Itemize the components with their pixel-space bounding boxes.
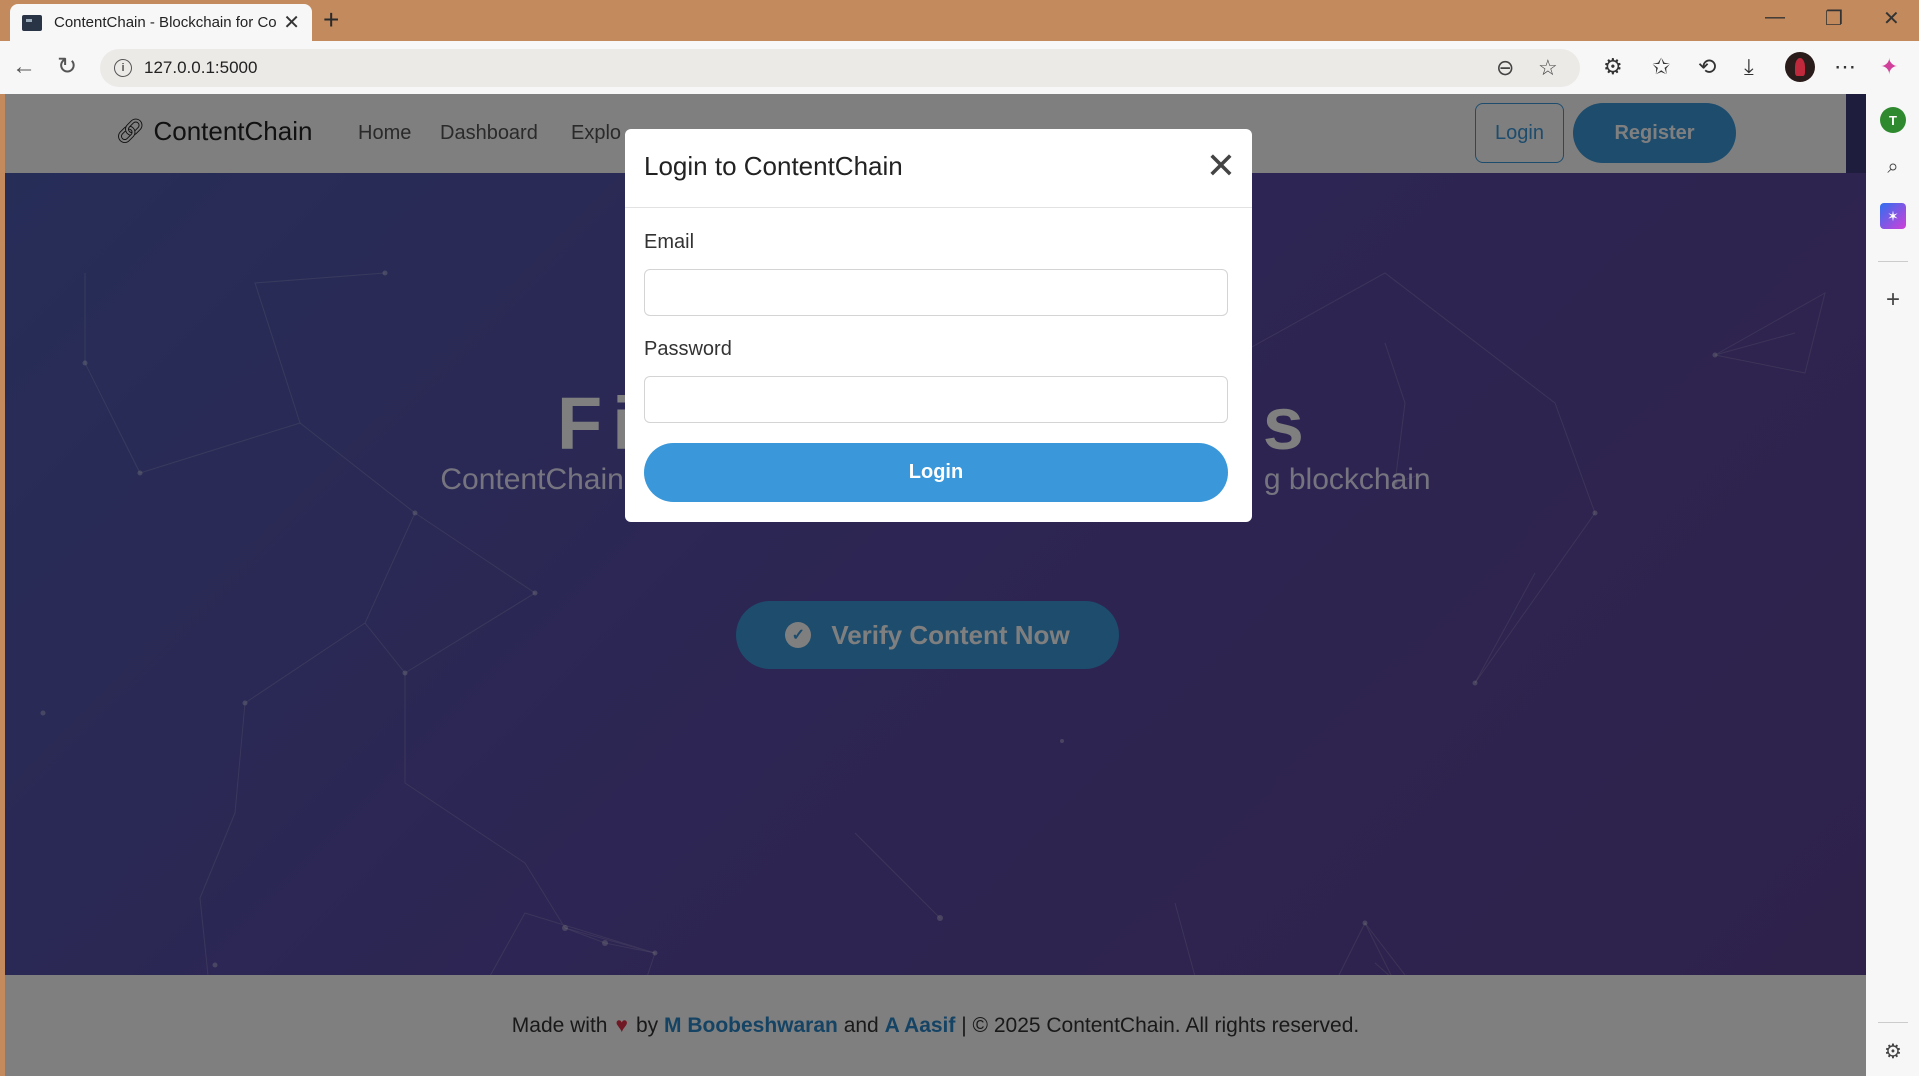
- profile-avatar[interactable]: [1785, 52, 1815, 82]
- sidebar-profile-avatar[interactable]: T: [1880, 107, 1906, 133]
- site-info-icon[interactable]: i: [114, 59, 132, 77]
- search-icon[interactable]: ⌕: [1880, 154, 1906, 180]
- close-window-icon[interactable]: ✕: [1883, 6, 1900, 31]
- reader-mode-icon[interactable]: ⊖: [1496, 55, 1514, 81]
- browser-toolbar: ← ↻ i 127.0.0.1:5000 ⊖ ☆: [0, 41, 1919, 94]
- close-icon[interactable]: ✕: [1206, 146, 1236, 186]
- sidebar-divider: [1878, 261, 1908, 262]
- browser-tab[interactable]: ContentChain - Blockchain for Co ✕: [10, 4, 312, 41]
- modal-login-button[interactable]: Login: [644, 443, 1228, 502]
- url-text: 127.0.0.1:5000: [144, 58, 258, 77]
- downloads-icon[interactable]: ⤓: [1744, 54, 1754, 80]
- web-page: Fis ContentChaing blockchain ✓ Verify Co…: [5, 94, 1866, 1076]
- password-label: Password: [644, 338, 732, 360]
- modal-header: Login to ContentChain ✕: [625, 129, 1252, 208]
- restore-icon[interactable]: ❐: [1825, 6, 1843, 31]
- favorite-star-icon[interactable]: ☆: [1538, 55, 1558, 81]
- reload-icon[interactable]: ↻: [57, 53, 77, 81]
- designer-icon[interactable]: ✶: [1880, 203, 1906, 229]
- sidebar-divider-bottom: [1878, 1022, 1908, 1023]
- more-menu-icon[interactable]: ⋯: [1834, 54, 1856, 80]
- tab-favicon-icon: [22, 14, 42, 31]
- add-sidebar-icon[interactable]: +: [1880, 286, 1906, 313]
- browser-sidebar: T ⌕ ✶ + ⚙: [1866, 94, 1919, 1076]
- tab-close-icon[interactable]: ✕: [283, 13, 300, 33]
- tab-title: ContentChain - Blockchain for Co: [54, 14, 277, 31]
- email-field[interactable]: [644, 269, 1228, 316]
- history-icon[interactable]: ⟲: [1698, 54, 1716, 80]
- minimize-icon[interactable]: —: [1765, 6, 1785, 29]
- login-modal: Login to ContentChain ✕ Email Password L…: [625, 129, 1252, 522]
- browser-titlebar: ContentChain - Blockchain for Co ✕ + — ❐…: [0, 0, 1919, 41]
- password-field[interactable]: [644, 376, 1228, 423]
- address-bar[interactable]: i 127.0.0.1:5000 ⊖ ☆: [100, 49, 1580, 87]
- new-tab-icon[interactable]: +: [323, 6, 339, 34]
- back-icon[interactable]: ←: [12, 53, 36, 81]
- modal-title: Login to ContentChain: [644, 151, 903, 181]
- favorites-icon[interactable]: ✩: [1652, 54, 1670, 80]
- sidebar-settings-icon[interactable]: ⚙: [1880, 1038, 1906, 1064]
- copilot-icon[interactable]: ✦: [1880, 54, 1898, 80]
- email-label: Email: [644, 231, 695, 253]
- extensions-icon[interactable]: ⚙: [1603, 54, 1623, 80]
